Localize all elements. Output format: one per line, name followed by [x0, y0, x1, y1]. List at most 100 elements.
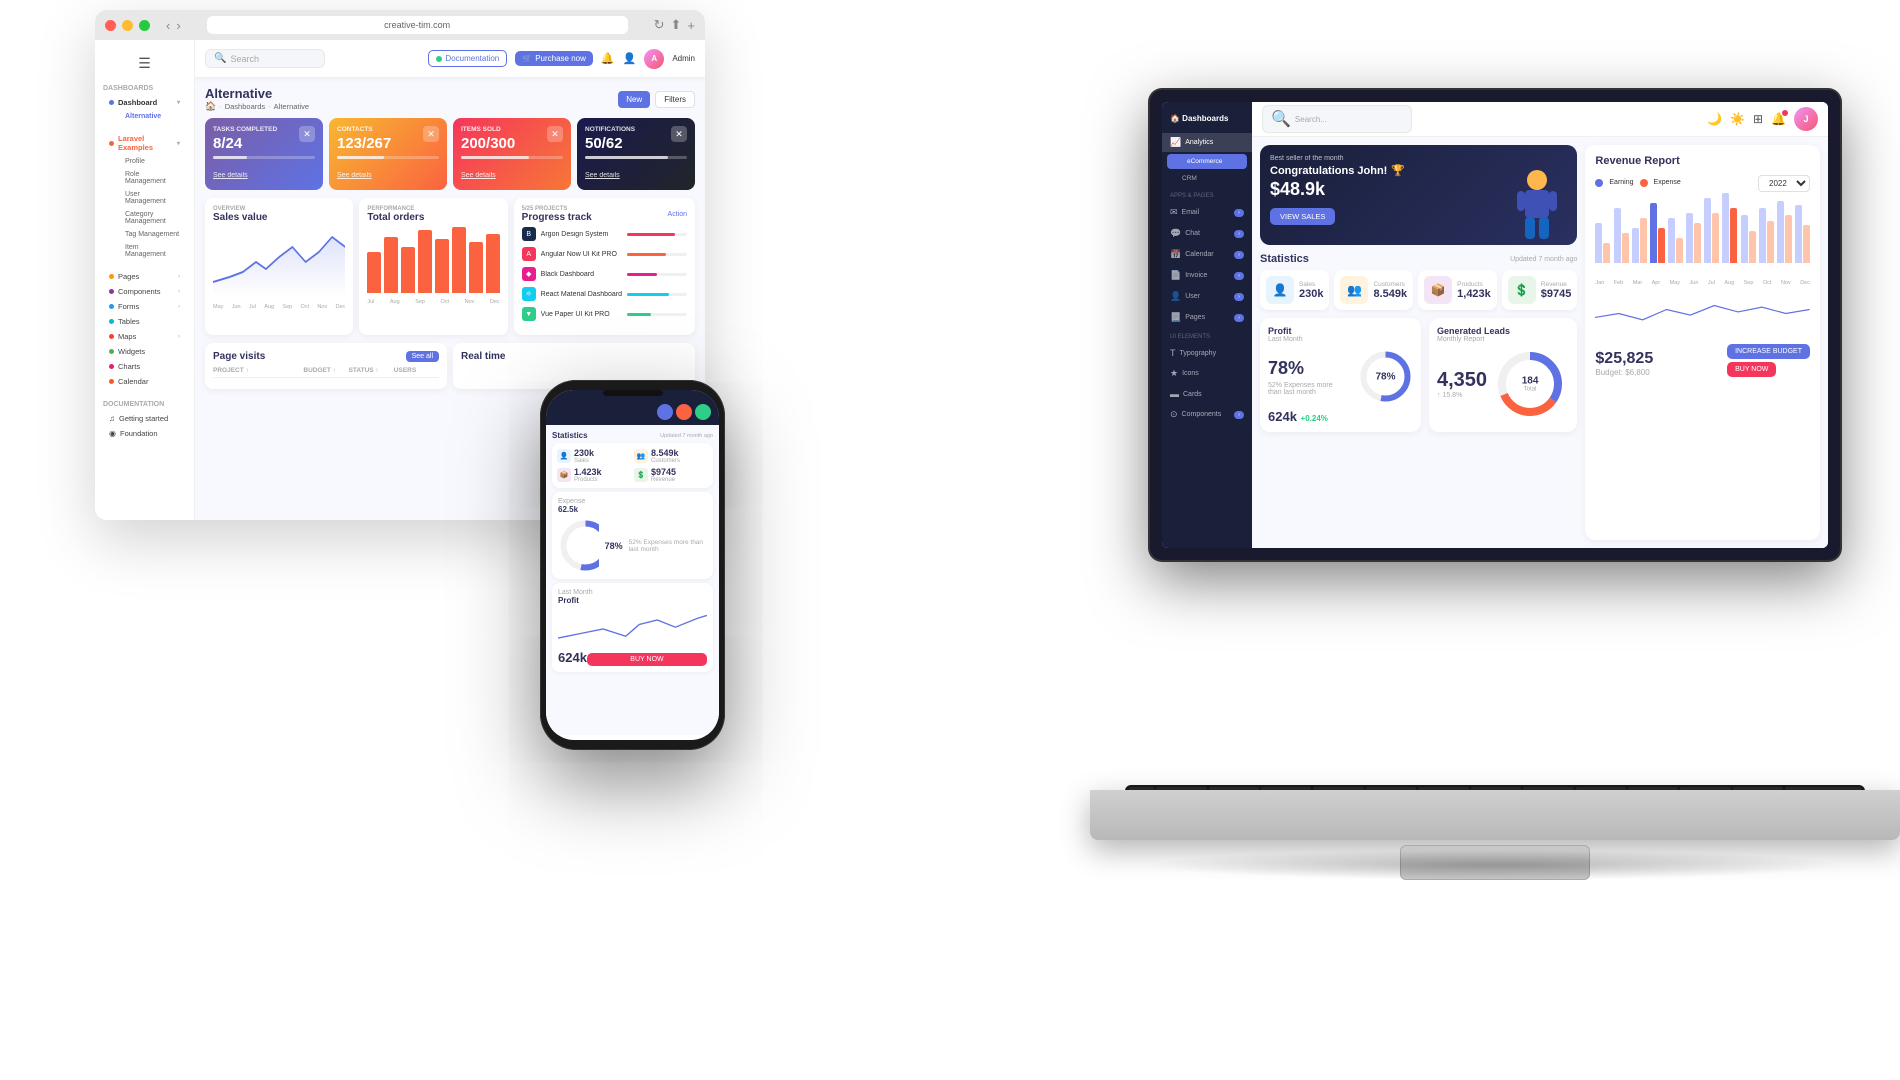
ls-item-calendar[interactable]: 📅 Calendar › — [1162, 245, 1252, 264]
purchase-button[interactable]: 🛒 Purchase now — [515, 51, 593, 66]
sidebar-item-maps[interactable]: Maps › — [103, 329, 186, 344]
ls-item-user[interactable]: 👤 User › — [1162, 287, 1252, 306]
ls-cards-label: Cards — [1183, 391, 1202, 398]
sidebar-item-alternative[interactable]: Alternative — [119, 110, 186, 123]
rev-bar-aug-exp — [1730, 208, 1737, 263]
rev-group-may — [1668, 218, 1683, 263]
sidebar-item-forms[interactable]: Forms › — [103, 299, 186, 314]
ls-item-ecommerce[interactable]: eCommerce — [1167, 154, 1247, 169]
progress-bar-wrap-2 — [627, 253, 687, 256]
rev-group-jan — [1595, 223, 1610, 263]
sidebar-item-tables[interactable]: Tables — [103, 314, 186, 329]
ls-item-chat[interactable]: 💬 Chat › — [1162, 224, 1252, 243]
laptop-sun-icon[interactable]: ☀️ — [1730, 112, 1745, 126]
page-visits-header: Page visits See all — [213, 351, 439, 362]
ls-item-typography[interactable]: T Typography — [1162, 344, 1252, 362]
leads-count: 4,350 — [1437, 369, 1487, 392]
laptop-search[interactable]: 🔍 Search... — [1262, 105, 1412, 133]
sidebar-item-widgets[interactable]: Widgets — [103, 344, 186, 359]
progress-action[interactable]: Action — [668, 211, 687, 218]
menu-icon[interactable]: ☰ — [95, 50, 194, 77]
ls-item-icons[interactable]: ★ Icons — [1162, 364, 1252, 383]
back-btn[interactable]: ‹ — [166, 18, 170, 33]
sidebar-item-category[interactable]: Category Management — [119, 208, 186, 228]
search-box[interactable]: 🔍 Search — [205, 49, 325, 68]
lstat-products-icon: 📦 — [1424, 276, 1452, 304]
ls-item-crm[interactable]: CRM — [1162, 171, 1252, 186]
sidebar-item-getting-started[interactable]: ♫ Getting started — [103, 411, 186, 426]
stat-link-notif[interactable]: See details — [585, 172, 620, 179]
revenue-bars-chart — [1595, 198, 1810, 278]
sidebar-item-foundation[interactable]: ◉ Foundation — [103, 426, 186, 441]
profit-title: Profit — [1268, 326, 1413, 336]
sidebar-item-calendar[interactable]: Calendar — [103, 374, 186, 389]
stat-link-items[interactable]: See details — [461, 172, 496, 179]
ls-item-cards[interactable]: ▬ Cards — [1162, 385, 1252, 403]
sidebar-item-laravel[interactable]: Laravel Examples ▾ — [103, 131, 186, 155]
profit-change: +0.24% — [1301, 414, 1328, 423]
lstat-products: 📦 Products 1,423k — [1418, 270, 1497, 310]
pstat-products-val: 1.423k — [574, 467, 602, 477]
sidebar-item-charts[interactable]: Charts — [103, 359, 186, 374]
laptop-bell-icon[interactable]: 🔔 — [1771, 112, 1786, 126]
maximize-dot[interactable] — [139, 20, 150, 31]
sidebar-item-item-mgmt[interactable]: Item Management — [119, 241, 186, 261]
sidebar-label-dashboard: Dashboard — [118, 98, 157, 107]
see-all-button[interactable]: See all — [406, 351, 439, 362]
share-btn[interactable]: ⬆ — [671, 17, 682, 33]
sidebar-item-user-mgmt[interactable]: User Management — [119, 188, 186, 208]
sidebar-item-dashboard[interactable]: Dashboard ▾ — [103, 95, 186, 110]
avatar[interactable]: A — [644, 49, 664, 69]
ls-item-pages[interactable]: 📃 Pages › — [1162, 308, 1252, 327]
ls-item-analytics[interactable]: 📈 Analytics — [1162, 133, 1252, 152]
sidebar-item-pages[interactable]: Pages › — [103, 269, 186, 284]
laptop-moon-icon[interactable]: 🌙 — [1707, 112, 1722, 126]
close-dot[interactable] — [105, 20, 116, 31]
minimize-dot[interactable] — [122, 20, 133, 31]
sidebar-item-role[interactable]: Role Management — [119, 168, 186, 188]
laptop-stats-row: 👤 Sales 230k 👥 Customers — [1260, 270, 1577, 310]
sidebar-item-components[interactable]: Components › — [103, 284, 186, 299]
revenue-year-select[interactable]: 2022 — [1758, 175, 1810, 192]
new-button[interactable]: New — [618, 91, 650, 108]
stat-link-tasks[interactable]: See details — [213, 172, 248, 179]
filters-button[interactable]: Filters — [655, 91, 695, 108]
refresh-btn[interactable]: ↻ — [654, 17, 665, 33]
profit-donut-wrap: 78% — [1358, 349, 1413, 404]
buy-now-revenue-button[interactable]: BUY NOW — [1727, 362, 1776, 377]
progress-name-1: Argon Design System — [541, 231, 622, 238]
bell-icon[interactable]: 🔔 — [601, 52, 615, 65]
search-icon: 🔍 — [214, 53, 226, 64]
phone-buy-button[interactable]: BUY NOW — [587, 653, 707, 666]
ls-item-components[interactable]: ⊙ Components › — [1162, 405, 1252, 424]
increase-budget-button[interactable]: INCREASE BUDGET — [1727, 344, 1810, 359]
add-tab-btn[interactable]: + — [687, 18, 695, 33]
search-input[interactable]: Search — [230, 54, 259, 64]
stat-link-contacts[interactable]: See details — [337, 172, 372, 179]
laptop-avatar[interactable]: J — [1794, 107, 1818, 131]
pstat-products-icon: 📦 — [557, 468, 571, 482]
laptop-topbar-icons: 🌙 ☀️ ⊞ 🔔 J — [1707, 107, 1818, 131]
ls-item-email[interactable]: ✉ Email › — [1162, 203, 1252, 222]
sidebar-item-profile[interactable]: Profile — [119, 155, 186, 168]
forward-btn[interactable]: › — [176, 18, 180, 33]
address-bar[interactable]: creative-tim.com — [207, 16, 628, 34]
sidebar-item-tag[interactable]: Tag Management — [119, 228, 186, 241]
view-sales-button[interactable]: VIEW SALES — [1270, 208, 1335, 225]
laptop-grid-icon[interactable]: ⊞ — [1753, 112, 1763, 126]
ls-item-invoice[interactable]: 📄 Invoice › — [1162, 266, 1252, 285]
user-icon[interactable]: 👤 — [623, 52, 637, 65]
sidebar-dot-laravel — [109, 141, 114, 146]
orders-chart-title: Total orders — [367, 212, 499, 223]
pstat-revenue-val: $9745 — [651, 467, 676, 477]
progress-item-3: ◆ Black Dashboard — [522, 267, 687, 281]
ls-email-label: Email — [1182, 209, 1200, 216]
documentation-button[interactable]: Documentation — [428, 50, 507, 67]
progress-icon-4: ⚛ — [522, 287, 536, 301]
sidebar-section-docs: DOCUMENTATION ♫ Getting started ◉ Founda… — [95, 393, 194, 445]
rev-group-nov — [1777, 201, 1792, 263]
laptop-search-input[interactable]: Search... — [1295, 115, 1327, 124]
ls-calendar-label: Calendar — [1185, 251, 1213, 258]
ls-components-label: Components — [1182, 411, 1222, 418]
rev-bar-nov-earn — [1777, 201, 1784, 263]
